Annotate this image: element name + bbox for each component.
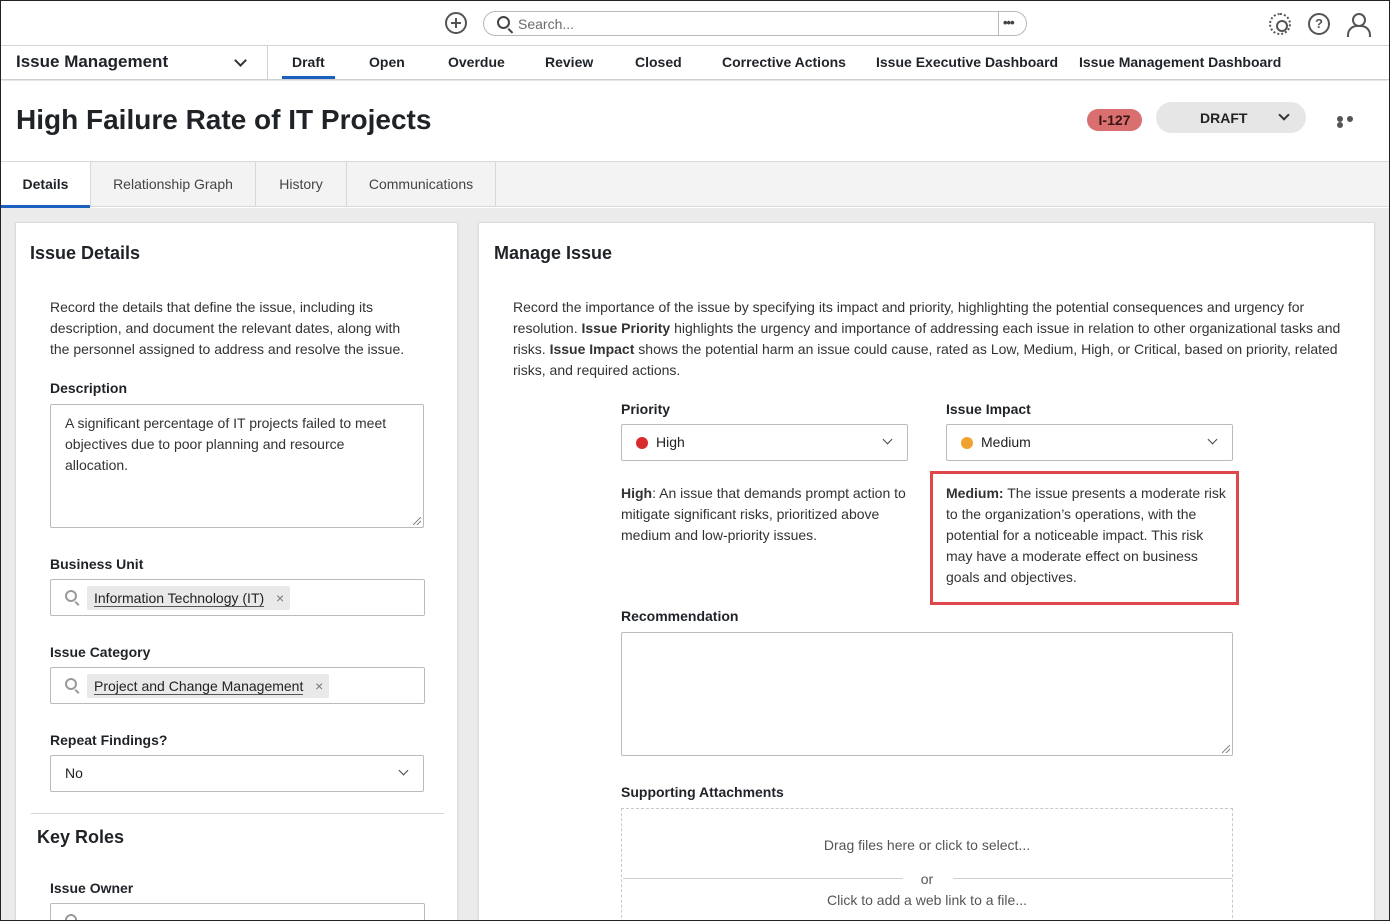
nav-tab-closed[interactable]: Closed xyxy=(635,54,682,70)
resize-handle-icon[interactable] xyxy=(413,517,421,525)
record-header: High Failure Rate of IT Projects I-127 D… xyxy=(1,81,1389,161)
nav-divider xyxy=(267,46,268,80)
drag-files-text[interactable]: Drag files here or click to select... xyxy=(622,837,1232,853)
issue-category-chip[interactable]: Project and Change Management × xyxy=(87,674,330,698)
nav-tab-open[interactable]: Open xyxy=(369,54,405,70)
search-icon xyxy=(497,16,510,29)
search-input[interactable] xyxy=(518,15,968,33)
manage-issue-intro: Record the importance of the issue by sp… xyxy=(513,299,1341,378)
module-nav-bar: Issue Management Draft Open Overdue Revi… xyxy=(1,46,1389,80)
issue-impact-value: Medium xyxy=(981,434,1031,450)
issue-owner-lookup[interactable] xyxy=(50,903,425,920)
tab-relationship-graph[interactable]: Relationship Graph xyxy=(91,162,256,207)
description-value: A significant percentage of IT projects … xyxy=(65,415,387,473)
app-switcher-label[interactable]: Issue Management xyxy=(16,52,168,72)
manage-issue-card: Manage Issue Record the importance of th… xyxy=(478,222,1375,920)
workflow-status-label: DRAFT xyxy=(1200,110,1248,126)
top-bar: ••• ? xyxy=(1,1,1389,46)
nav-tab-issue-executive-dashboard[interactable]: Issue Executive Dashboard xyxy=(876,54,1058,70)
chevron-down-icon xyxy=(398,765,409,776)
manage-issue-title: Manage Issue xyxy=(494,243,613,263)
issue-owner-label: Issue Owner xyxy=(50,880,134,896)
attachments-dropzone[interactable]: Drag files here or click to select... or… xyxy=(621,808,1233,920)
page-title: High Failure Rate of IT Projects xyxy=(16,104,432,135)
remove-icon[interactable]: × xyxy=(315,674,323,698)
search-box[interactable]: ••• xyxy=(483,11,1027,36)
tab-details[interactable]: Details xyxy=(1,162,91,208)
repeat-findings-label: Repeat Findings? xyxy=(50,732,168,748)
issue-impact-select[interactable]: Medium xyxy=(946,424,1233,461)
tab-communications[interactable]: Communications xyxy=(347,162,496,207)
supporting-attachments-label: Supporting Attachments xyxy=(621,784,784,800)
tab-history[interactable]: History xyxy=(256,162,347,207)
workflow-status-dropdown[interactable]: DRAFT xyxy=(1156,102,1306,133)
app-window: ••• ? Issue Management Draft Open Overdu… xyxy=(0,0,1390,921)
recommendation-field[interactable] xyxy=(621,632,1233,756)
impact-description: Medium: The issue presents a moderate ri… xyxy=(946,485,1226,585)
description-field[interactable]: A significant percentage of IT projects … xyxy=(50,404,424,528)
priority-select[interactable]: High xyxy=(621,424,908,461)
chevron-down-icon xyxy=(1207,434,1218,445)
nav-tab-overdue[interactable]: Overdue xyxy=(448,54,505,70)
nav-tab-issue-management-dashboard[interactable]: Issue Management Dashboard xyxy=(1079,54,1281,70)
section-divider xyxy=(31,813,444,814)
issue-category-label: Issue Category xyxy=(50,644,151,660)
or-text: or xyxy=(920,871,934,887)
impact-color-icon xyxy=(961,437,973,449)
chevron-down-icon xyxy=(882,434,893,445)
search-icon xyxy=(65,678,77,690)
nav-tab-review[interactable]: Review xyxy=(545,54,593,70)
chevron-down-icon[interactable] xyxy=(234,54,247,67)
add-web-link-text[interactable]: Click to add a web link to a file... xyxy=(622,892,1232,908)
business-unit-chip[interactable]: Information Technology (IT) × xyxy=(87,586,291,610)
help-icon[interactable]: ? xyxy=(1308,13,1330,35)
search-icon xyxy=(65,914,77,920)
priority-description: High: An issue that demands prompt actio… xyxy=(621,485,906,543)
user-profile-icon[interactable] xyxy=(1346,13,1371,37)
add-icon[interactable] xyxy=(445,12,467,34)
business-unit-label: Business Unit xyxy=(50,556,144,572)
more-options-icon[interactable] xyxy=(1337,116,1365,128)
search-divider xyxy=(998,12,999,35)
description-label: Description xyxy=(50,380,128,396)
issue-details-intro: Record the details that define the issue… xyxy=(50,299,405,357)
search-icon xyxy=(65,590,77,602)
business-unit-value: Information Technology (IT) xyxy=(94,590,265,607)
issue-details-card: Issue Details Record the details that de… xyxy=(15,222,458,920)
priority-label: Priority xyxy=(621,401,671,417)
record-id-badge: I-127 xyxy=(1087,109,1142,131)
recommendation-label: Recommendation xyxy=(621,608,739,624)
nav-tab-draft[interactable]: Draft xyxy=(282,54,335,79)
nav-tab-corrective-actions[interactable]: Corrective Actions xyxy=(722,54,846,70)
repeat-findings-value: No xyxy=(65,765,83,781)
business-unit-lookup[interactable]: Information Technology (IT) × xyxy=(50,579,425,616)
remove-icon[interactable]: × xyxy=(276,586,284,610)
key-roles-title: Key Roles xyxy=(37,827,125,847)
repeat-findings-select[interactable]: No xyxy=(50,755,424,792)
settings-gear-icon[interactable] xyxy=(1269,13,1291,35)
chevron-down-icon xyxy=(1278,109,1290,121)
resize-handle-icon[interactable] xyxy=(1222,745,1230,753)
issue-category-value: Project and Change Management xyxy=(94,678,304,695)
issue-details-title: Issue Details xyxy=(30,243,141,263)
record-tabs: Details Relationship Graph History Commu… xyxy=(1,161,1389,208)
priority-color-icon xyxy=(636,437,648,449)
issue-impact-label: Issue Impact xyxy=(946,401,1031,417)
priority-value: High xyxy=(656,434,685,450)
search-options-icon[interactable]: ••• xyxy=(1003,15,1015,30)
or-divider xyxy=(953,878,1232,879)
issue-category-lookup[interactable]: Project and Change Management × xyxy=(50,667,425,704)
